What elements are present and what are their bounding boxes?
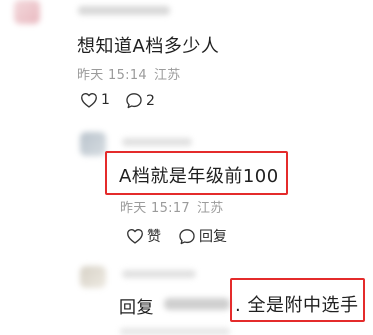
username-blurred[interactable] <box>122 270 196 278</box>
reply-label: 回复 <box>199 229 227 245</box>
comment-text: 想知道A档多少人 <box>77 36 220 57</box>
reply-prefix: 回复 <box>119 298 154 318</box>
like-icon <box>80 92 98 108</box>
avatar[interactable] <box>80 132 106 156</box>
comment-replies-button[interactable]: 2 <box>125 92 155 109</box>
comment-time: 昨天 15:14 <box>77 68 147 83</box>
comment-meta: 昨天 15:14 江苏 <box>77 64 181 83</box>
like-button[interactable]: 1 <box>80 92 110 108</box>
comment-icon <box>178 228 196 245</box>
reply-meta: 昨天 15:17 江苏 <box>120 197 224 216</box>
reply-location: 江苏 <box>197 201 224 216</box>
reply-button[interactable]: 回复 <box>178 226 227 246</box>
like-label: 赞 <box>147 229 161 245</box>
reply-time: 昨天 15:17 <box>120 201 190 216</box>
comment-location: 江苏 <box>154 68 181 83</box>
username-blurred[interactable] <box>78 6 170 15</box>
reply-meta-blurred <box>120 328 230 335</box>
like-count: 1 <box>101 92 110 108</box>
avatar[interactable] <box>80 266 106 288</box>
like-button[interactable]: 赞 <box>126 226 161 246</box>
like-icon <box>126 228 144 244</box>
reply-count: 2 <box>146 92 155 109</box>
avatar[interactable] <box>14 0 40 24</box>
comment-icon <box>125 92 143 109</box>
username-blurred[interactable] <box>122 138 192 146</box>
reply-text: . 全是附中选手 <box>235 295 359 316</box>
reply-text: A档就是年级前100 <box>119 166 279 187</box>
mention-blurred[interactable] <box>164 298 230 310</box>
